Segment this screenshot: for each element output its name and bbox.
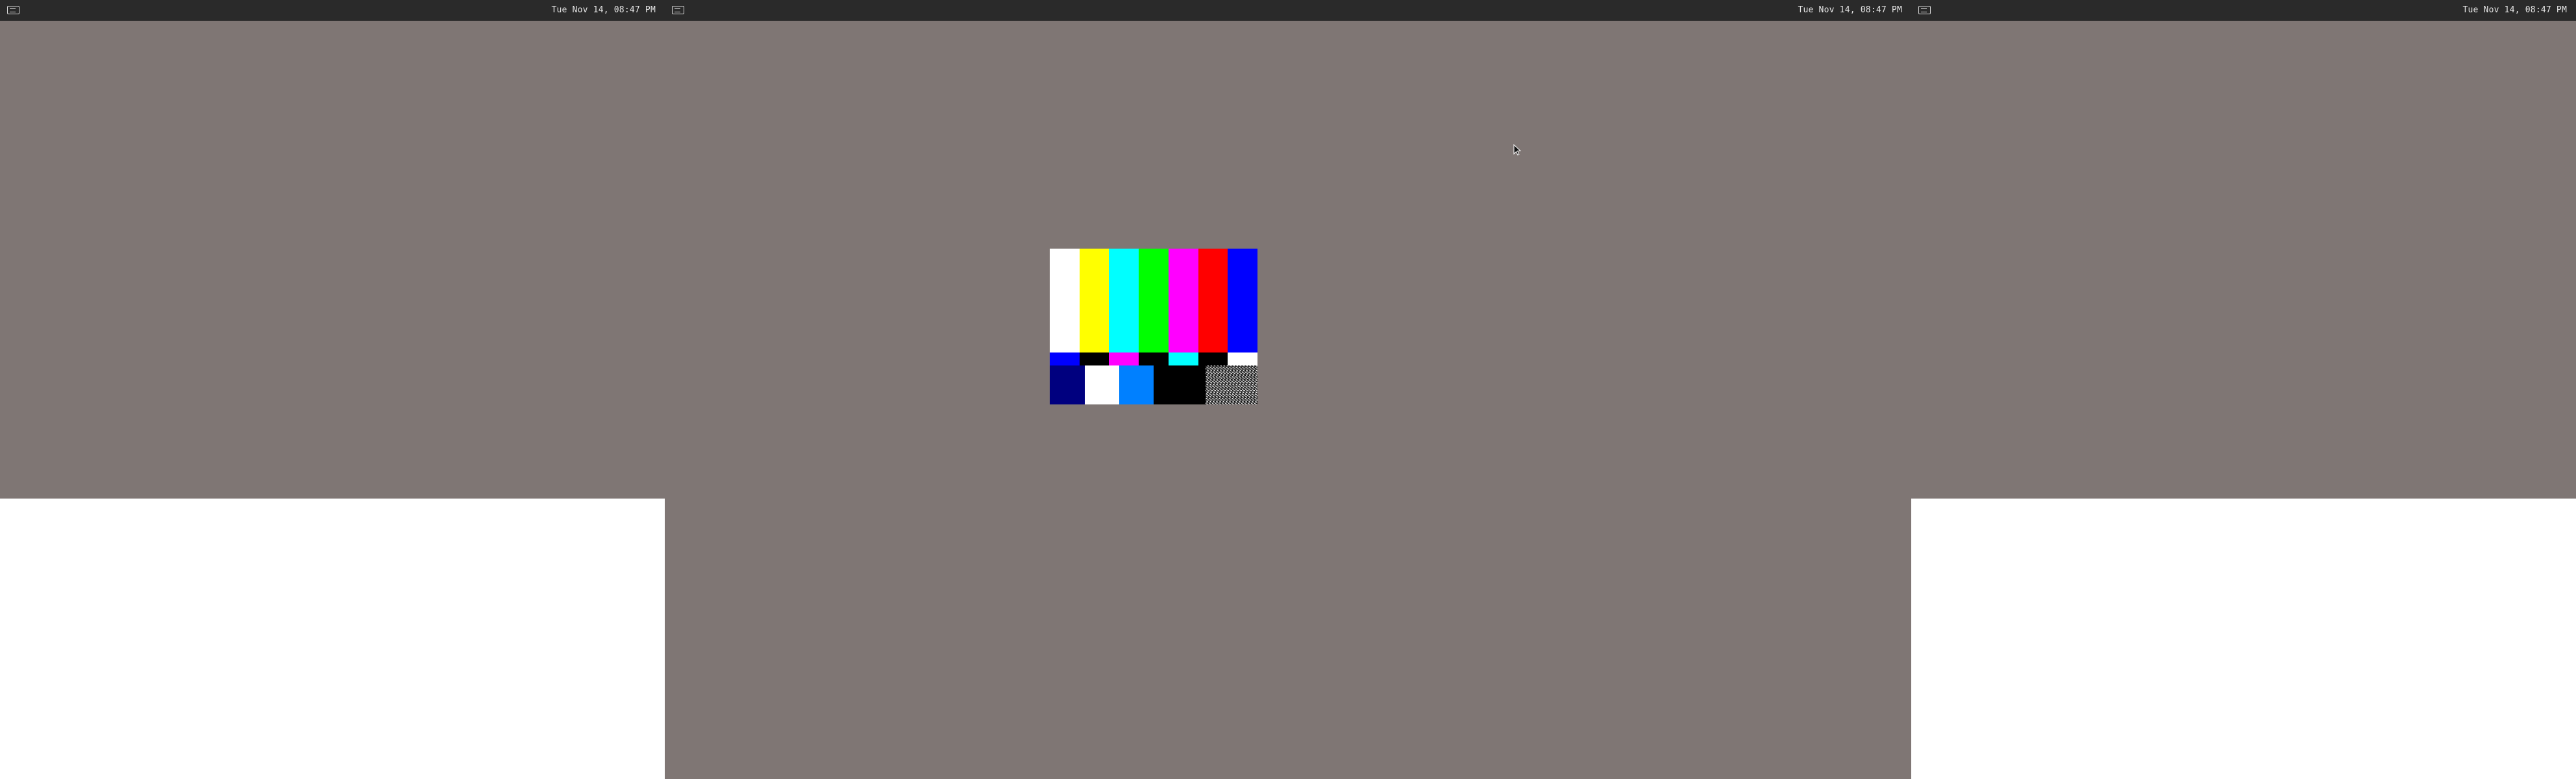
top-bar: Tue Nov 14, 08:47 PM bbox=[1911, 0, 2576, 21]
static-noise-block bbox=[1206, 365, 1257, 404]
mid-bar bbox=[1109, 352, 1139, 365]
color-bar-yellow bbox=[1080, 249, 1109, 352]
top-bar: Tue Nov 14, 08:47 PM bbox=[665, 0, 1911, 21]
activities-icon[interactable] bbox=[1918, 6, 1931, 14]
mid-bar bbox=[1228, 352, 1257, 365]
monitor-right: Tue Nov 14, 08:47 PM bbox=[1911, 0, 2576, 499]
mid-bar bbox=[1080, 352, 1109, 365]
activities-icon[interactable] bbox=[672, 6, 684, 14]
bottom-block bbox=[1050, 365, 1085, 404]
clock[interactable]: Tue Nov 14, 08:47 PM bbox=[1798, 6, 1902, 15]
test-pattern-image bbox=[1050, 249, 1257, 404]
activities-icon[interactable] bbox=[7, 6, 19, 14]
bottom-block bbox=[1085, 365, 1119, 404]
monitor-center: Tue Nov 14, 08:47 PM bbox=[665, 0, 1911, 779]
mid-bar bbox=[1198, 352, 1228, 365]
mid-bar bbox=[1050, 352, 1080, 365]
monitor-left: Tue Nov 14, 08:47 PM bbox=[0, 0, 665, 499]
mid-bar bbox=[1139, 352, 1169, 365]
color-bar-red bbox=[1198, 249, 1228, 352]
color-bar-magenta bbox=[1169, 249, 1198, 352]
clock[interactable]: Tue Nov 14, 08:47 PM bbox=[2462, 6, 2567, 15]
color-bar-blue bbox=[1228, 249, 1257, 352]
mid-bar bbox=[1169, 352, 1198, 365]
bottom-block bbox=[1154, 365, 1206, 404]
bottom-block bbox=[1119, 365, 1154, 404]
color-bar-cyan bbox=[1109, 249, 1139, 352]
top-bar: Tue Nov 14, 08:47 PM bbox=[0, 0, 665, 21]
color-bar-green bbox=[1139, 249, 1169, 352]
clock[interactable]: Tue Nov 14, 08:47 PM bbox=[551, 6, 656, 15]
color-bar-white bbox=[1050, 249, 1080, 352]
